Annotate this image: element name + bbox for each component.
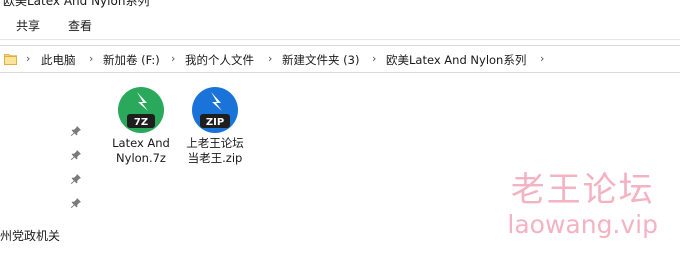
chevron-right-icon[interactable]: › [540,52,544,66]
tab-view[interactable]: 查看 [68,18,92,34]
breadcrumb-this-pc[interactable]: 此电脑 [41,53,76,67]
file-item-zip[interactable]: ZIP 上老王论坛 当老王.zip [179,86,251,166]
watermark: 老王论坛 laowang.vip [507,170,658,240]
svg-text:7Z: 7Z [134,117,148,128]
folder-icon [4,54,17,65]
breadcrumb-current-folder[interactable]: 欧美Latex And Nylon系列 [386,53,526,67]
pin-icon[interactable] [70,125,82,137]
file-name-line2: 当老王.zip [187,151,243,165]
watermark-url: laowang.vip [507,210,658,239]
ribbon: 共享 查看 [0,10,680,40]
pin-icon[interactable] [70,149,82,161]
bandizip-zip-icon: ZIP [192,87,238,133]
address-bar[interactable]: › 此电脑 › 新加卷 (F:) › 我的个人文件 › 新建文件夹 (3) › … [0,45,680,73]
window-title-bar: 欧美Latex And Nylon系列 [0,0,680,8]
bandizip-7z-icon: 7Z [118,87,164,133]
chevron-right-icon[interactable]: › [268,52,272,66]
chevron-right-icon[interactable]: › [89,52,93,66]
window-title: 欧美Latex And Nylon系列 [3,0,150,8]
watermark-text: 老王论坛 [510,170,655,210]
file-name-line1: Latex And [112,136,170,150]
chevron-right-icon[interactable]: › [372,52,376,66]
file-item-7z[interactable]: 7Z Latex And Nylon.7z [105,86,177,166]
file-name-line1: 上老王论坛 [186,136,244,150]
file-name-line2: Nylon.7z [116,151,166,165]
tab-share[interactable]: 共享 [16,18,40,34]
breadcrumb-new-folder-3[interactable]: 新建文件夹 (3) [282,53,359,67]
breadcrumb-personal-files[interactable]: 我的个人文件 [185,53,254,67]
svg-text:ZIP: ZIP [206,117,224,128]
chevron-right-icon[interactable]: › [26,52,30,66]
nav-item-label[interactable]: 州党政机关 [0,228,60,244]
breadcrumb-drive-f[interactable]: 新加卷 (F:) [103,53,160,67]
chevron-right-icon[interactable]: › [171,52,175,66]
pin-icon[interactable] [70,197,82,209]
pin-icon[interactable] [70,173,82,185]
